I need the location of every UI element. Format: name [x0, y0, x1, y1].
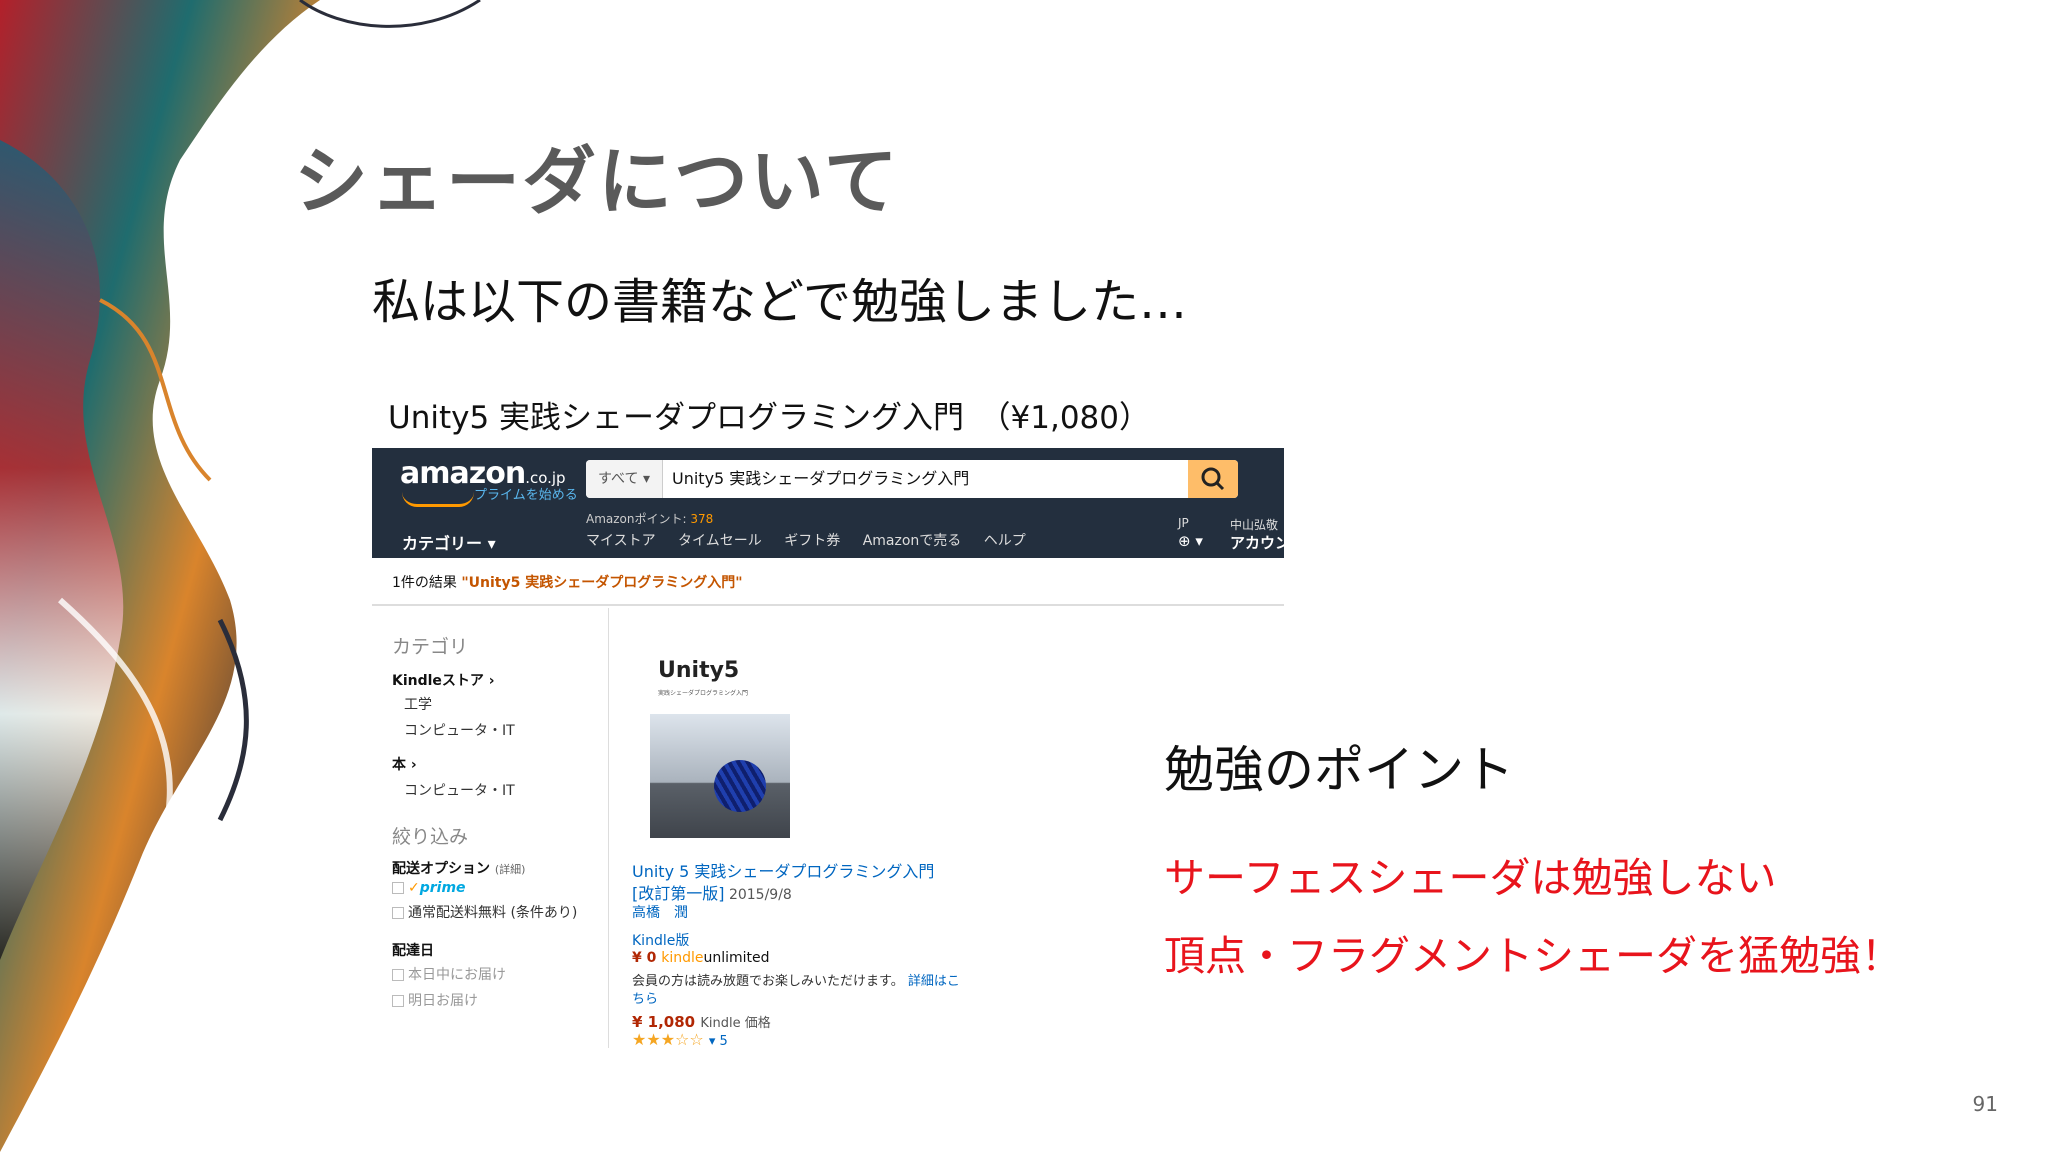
- study-point-2: 頂点・フラグメントシェーダを猛勉強！: [1164, 932, 1902, 980]
- slide-subtitle: 私は以下の書籍などで勉強しました…: [372, 274, 1188, 330]
- details-link-continued[interactable]: ちら: [632, 988, 658, 1007]
- kindle-price: ¥ 1,080 Kindle 価格: [632, 1013, 771, 1031]
- book-caption: Unity5 実践シェーダプログラミング入門 （¥1,080）: [388, 400, 1150, 436]
- amazon-screenshot: amazon.co.jp プライムを始める すべて ▾ Amazonポイント: …: [372, 448, 1305, 1049]
- cover-title: Unity5: [658, 658, 740, 683]
- member-note: 会員の方は読み放題でお楽しみいただけます。 詳細はこ: [632, 974, 960, 989]
- product-title-edition[interactable]: [改訂第一版] 2015/9/8: [632, 880, 792, 904]
- amazon-points[interactable]: Amazonポイント: 378: [586, 510, 713, 527]
- results-count: 1件の結果 "Unity5 実践シェーダプログラミング入門": [392, 575, 743, 591]
- page-number: 91: [1972, 1092, 1998, 1116]
- search-input[interactable]: [672, 460, 1172, 498]
- category-heading: カテゴリ: [392, 636, 469, 658]
- sphere-graphic: [714, 760, 766, 812]
- kindle-unlimited-price: ¥ 0 kindleunlimited: [632, 950, 770, 966]
- region-label: JP: [1178, 516, 1189, 530]
- nav-link-timesale[interactable]: タイムセール: [678, 533, 762, 549]
- study-points-heading: 勉強のポイント: [1164, 741, 1514, 799]
- account-menu[interactable]: アカウント: [1230, 532, 1305, 553]
- author-link[interactable]: 高橋 潤: [632, 902, 688, 922]
- study-point-1: サーフェスシェーダは勉強しない: [1164, 854, 1777, 902]
- shipping-option-label: 配送オプション (詳細): [392, 861, 526, 877]
- nav-link-sell[interactable]: Amazonで売る: [863, 533, 962, 549]
- search-category-select[interactable]: すべて ▾: [586, 460, 663, 498]
- book-cover-image[interactable]: Unity5 実践シェーダプログラミング入門: [650, 658, 790, 838]
- filter-sidebar: カテゴリ Kindleストア › 工学 コンピュータ・IT 本 › コンピュータ…: [372, 608, 609, 1048]
- star-rating[interactable]: ★★★☆☆ ▾ 5: [632, 1030, 728, 1049]
- sidebar-item-engineering[interactable]: 工学: [404, 694, 432, 714]
- free-shipping-checkbox[interactable]: 通常配送料無料 (条件あり): [392, 902, 577, 922]
- amazon-nav-bar: amazon.co.jp プライムを始める すべて ▾ Amazonポイント: …: [372, 448, 1305, 558]
- sidebar-item-kindle-store[interactable]: Kindleストア ›: [392, 670, 495, 690]
- amazon-smile-icon: [402, 492, 474, 507]
- cover-subtitle: 実践シェーダプログラミング入門: [658, 690, 749, 697]
- sidebar-item-books-computer-it[interactable]: コンピュータ・IT: [404, 780, 515, 800]
- sidebar-item-books[interactable]: 本 ›: [392, 754, 417, 774]
- product-title-link[interactable]: Unity 5 実践シェーダプログラミング入門: [632, 858, 934, 882]
- details-link[interactable]: 詳細はこ: [908, 974, 960, 989]
- search-button[interactable]: [1188, 460, 1238, 498]
- refine-heading: 絞り込み: [392, 826, 469, 848]
- cover-artwork: [650, 714, 790, 838]
- sidebar-item-computer-it[interactable]: コンピュータ・IT: [404, 720, 515, 740]
- nav-links: マイストア タイムセール ギフト券 Amazonで売る ヘルプ: [586, 530, 1044, 550]
- nav-link-help[interactable]: ヘルプ: [984, 533, 1026, 549]
- prime-signup-link[interactable]: プライムを始める: [474, 484, 578, 503]
- search-bar: すべて ▾: [586, 460, 1238, 498]
- globe-icon[interactable]: ⊕ ▾: [1178, 532, 1203, 550]
- tomorrow-delivery-checkbox[interactable]: 明日お届け: [392, 990, 478, 1010]
- today-delivery-checkbox[interactable]: 本日中にお届け: [392, 964, 506, 984]
- format-link[interactable]: Kindle版: [632, 930, 689, 950]
- prime-checkbox[interactable]: ✓prime: [392, 880, 466, 896]
- category-menu[interactable]: カテゴリー ▾: [402, 530, 496, 554]
- nav-link-mystore[interactable]: マイストア: [586, 533, 656, 549]
- slide-title: シェーダについて: [294, 139, 900, 225]
- account-name: 中山弘敬: [1230, 518, 1279, 532]
- search-icon: [1201, 467, 1225, 491]
- delivery-date-label: 配達日: [392, 943, 434, 959]
- nav-link-giftcard[interactable]: ギフト券: [784, 533, 840, 549]
